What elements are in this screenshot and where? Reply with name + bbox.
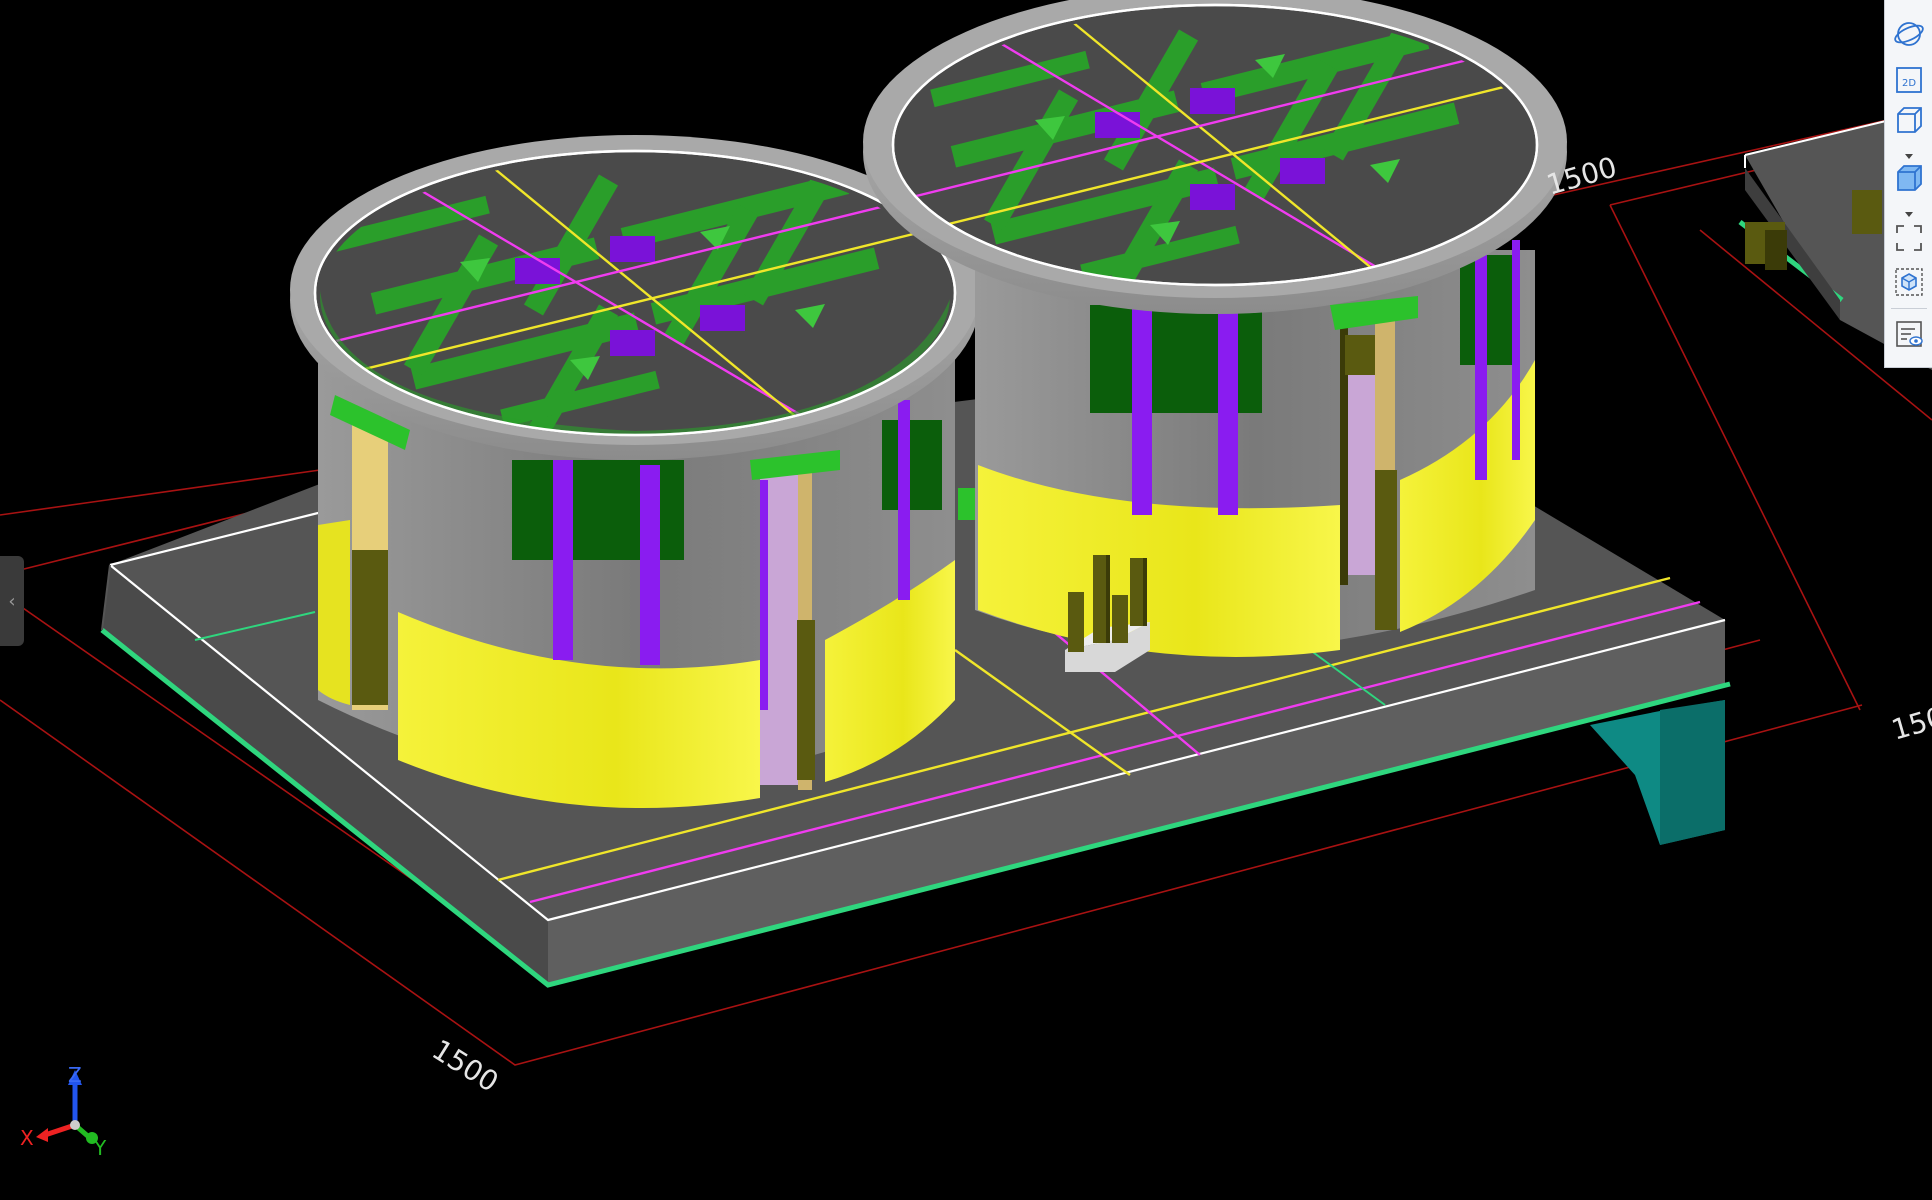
isolate-object-icon — [1895, 268, 1923, 296]
dimension-label-front: 1500 — [426, 1033, 504, 1099]
3d-viewport[interactable]: 1500 1500 1500 Z X Y ‹ 2D — [0, 0, 1932, 1200]
2d-view-button[interactable]: 2D — [1891, 62, 1927, 98]
axis-z-label: Z — [68, 1063, 82, 1087]
3d-box-icon — [1897, 107, 1922, 133]
chevron-left-icon: ‹ — [8, 590, 16, 612]
toolbar-divider — [1891, 308, 1927, 309]
caret-down-icon — [1905, 212, 1913, 217]
svg-text:2D: 2D — [1902, 78, 1916, 89]
properties-view-icon — [1896, 321, 1923, 347]
properties-view-button[interactable] — [1891, 316, 1927, 352]
axis-triad: Z X Y — [20, 1063, 107, 1160]
axis-x-label: X — [20, 1126, 34, 1150]
fit-view-button[interactable] — [1891, 220, 1927, 256]
teal-support-face — [1660, 700, 1725, 845]
model-scene[interactable]: 1500 1500 1500 Z X Y — [0, 0, 1932, 1200]
shaded-view-button[interactable] — [1891, 160, 1927, 196]
axis-y-label: Y — [93, 1136, 107, 1160]
view-toolbar: 2D — [1884, 0, 1932, 368]
orbit-view-icon — [1894, 22, 1924, 46]
tank-left[interactable] — [290, 135, 986, 809]
isolate-button[interactable] — [1891, 264, 1927, 300]
collapse-panel-tab[interactable]: ‹ — [0, 556, 24, 646]
shaded-view-dropdown[interactable] — [1903, 204, 1915, 217]
fit-view-icon — [1896, 225, 1922, 251]
shaded-box-icon — [1897, 165, 1922, 191]
3d-box-dropdown[interactable] — [1903, 146, 1915, 159]
2d-view-icon: 2D — [1896, 67, 1922, 93]
dimension-label-right: 1500 — [1888, 695, 1932, 746]
3d-box-view-button[interactable] — [1891, 102, 1927, 138]
orbit-view-button[interactable] — [1891, 16, 1927, 52]
